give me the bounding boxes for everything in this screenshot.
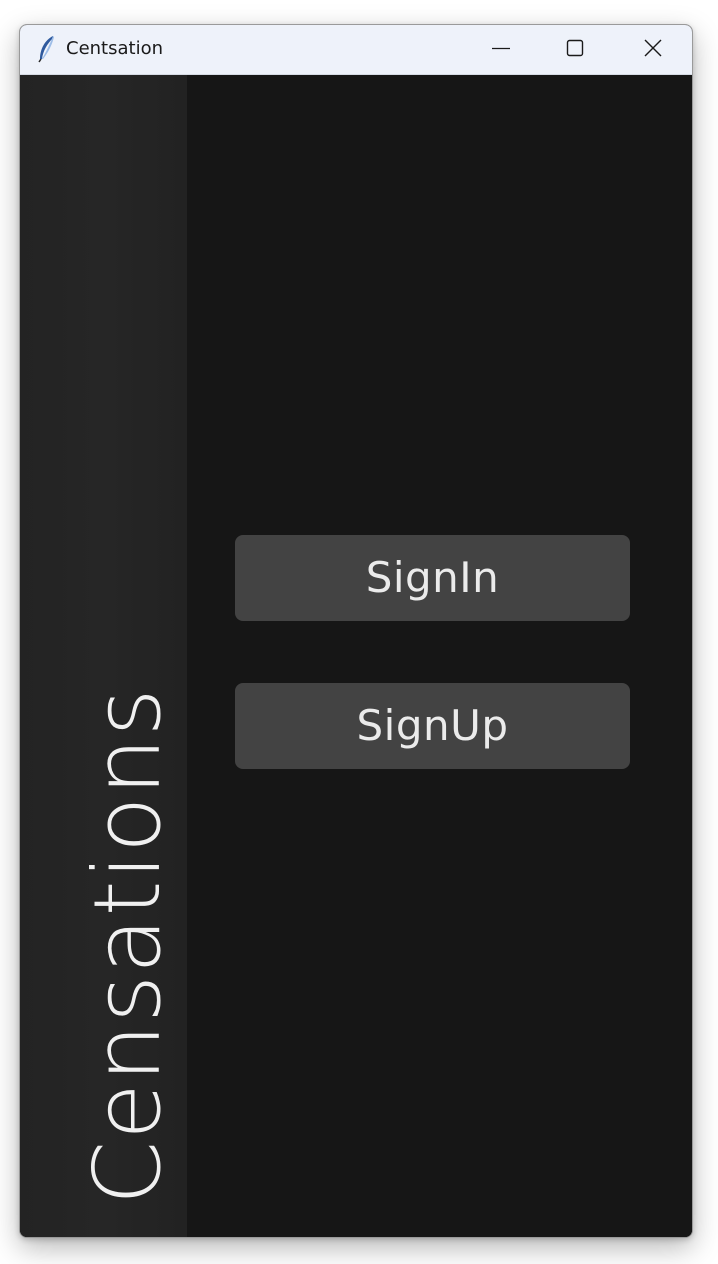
close-button[interactable] (616, 25, 690, 74)
brand-sidebar: Censations (20, 75, 187, 1237)
maximize-icon (565, 38, 585, 62)
main-panel: SignIn SignUp (187, 75, 692, 1237)
app-window: Centsation Censations SignIn SignUp (19, 24, 693, 1238)
minimize-button[interactable] (464, 25, 538, 74)
maximize-button[interactable] (538, 25, 612, 74)
window-title: Centsation (66, 38, 163, 59)
signin-button[interactable]: SignIn (235, 535, 630, 621)
minimize-icon (491, 38, 511, 62)
brand-title: Censations (74, 687, 181, 1205)
feather-icon (36, 35, 58, 63)
signup-button[interactable]: SignUp (235, 683, 630, 769)
close-icon (643, 38, 663, 62)
title-bar[interactable]: Centsation (20, 25, 692, 75)
app-content: Censations SignIn SignUp (20, 75, 692, 1237)
